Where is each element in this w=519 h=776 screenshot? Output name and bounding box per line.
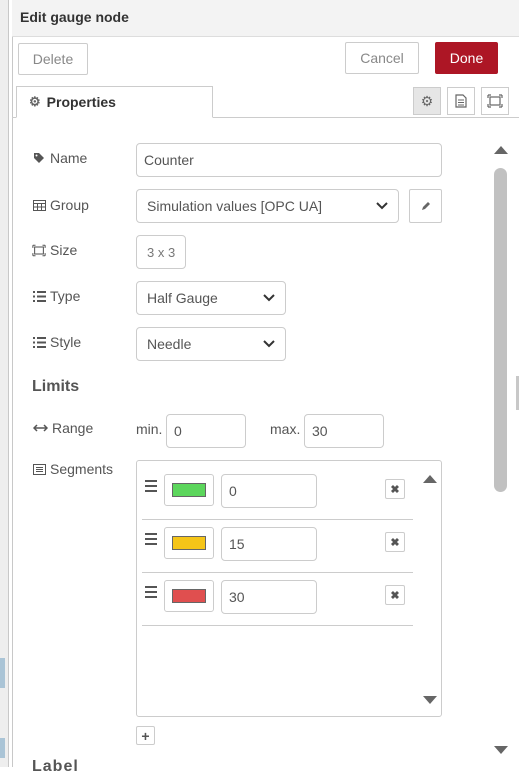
list-icon [32,290,46,302]
drag-handle-icon[interactable] [145,480,157,495]
segment-color-button[interactable] [164,527,214,559]
tab-properties[interactable]: ⚙ Properties [16,86,213,118]
resize-icon [32,244,46,257]
drag-handle-icon[interactable] [145,533,157,548]
type-select[interactable]: Half Gauge [136,281,286,315]
chevron-down-icon [263,294,275,302]
delete-button[interactable]: Delete [18,43,88,75]
range-min-label: min. [136,421,163,437]
tag-icon [32,152,46,164]
size-label: Size [32,242,77,258]
color-swatch [172,536,206,550]
range-max-label: max. [270,421,301,437]
color-swatch [172,483,206,497]
chevron-down-icon [263,340,275,348]
segment-value-input[interactable]: 30 [221,580,317,614]
edit-group-button[interactable] [409,189,442,223]
document-icon [455,94,467,108]
remove-segment-button[interactable]: ✖ [385,585,405,605]
drag-handle-icon[interactable] [145,586,157,601]
done-button[interactable]: Done [435,42,498,74]
size-button[interactable]: 3 x 3 [136,235,186,269]
style-select[interactable]: Needle [136,327,286,361]
range-label: Range [32,420,93,436]
type-select-value: Half Gauge [147,290,218,306]
gear-icon: ⚙ [420,92,434,109]
workspace-node-edge [0,738,5,758]
tray-header: Edit gauge node [12,0,519,37]
frame-icon [487,94,503,108]
type-label: Type [32,288,80,304]
name-label: Name [32,150,87,166]
tab-settings[interactable]: ⚙ [413,87,441,115]
cancel-button[interactable]: Cancel [345,42,419,74]
group-select[interactable]: Simulation values [OPC UA] [136,189,399,223]
arrows-horizontal-icon [32,424,48,432]
segment-color-button[interactable] [164,474,214,506]
color-swatch [172,589,206,603]
name-input[interactable]: Counter [136,143,442,177]
scrollbar-thumb[interactable] [494,168,507,492]
segment-value-input[interactable]: 15 [221,527,317,561]
list-icon [32,336,46,348]
group-label: Group [32,197,89,213]
range-max-input[interactable]: 30 [304,414,384,448]
workspace-node-edge [0,658,5,688]
pencil-icon [421,202,430,210]
segment-color-button[interactable] [164,580,214,612]
style-label: Style [32,334,81,350]
chevron-down-icon [376,202,388,210]
segment-value-input[interactable]: 0 [221,474,317,508]
label-section-title: Label [32,758,79,775]
table-icon [32,199,46,211]
tray-title: Edit gauge node [20,9,129,25]
style-select-value: Needle [147,336,192,352]
segment-row: 15 ✖ [142,519,413,573]
gear-icon: ⚙ [29,94,41,109]
remove-segment-button[interactable]: ✖ [385,479,405,499]
scroll-up-icon[interactable] [422,473,438,485]
list-alt-icon [32,463,46,475]
segment-row: 30 ✖ [142,572,413,626]
scroll-up-icon[interactable] [493,144,509,156]
workspace-edge [0,0,9,767]
limits-title: Limits [32,378,80,395]
tab-description[interactable] [447,87,475,115]
segments-label: Segments [32,461,113,477]
tab-appearance[interactable] [481,87,509,115]
tab-properties-label: Properties [46,94,116,110]
group-select-value: Simulation values [OPC UA] [147,198,323,214]
add-segment-button[interactable]: + [136,726,155,745]
remove-segment-button[interactable]: ✖ [385,532,405,552]
scroll-down-icon[interactable] [493,744,509,756]
segment-row: 0 ✖ [142,466,413,520]
range-min-input[interactable]: 0 [166,414,246,448]
scroll-down-icon[interactable] [422,694,438,706]
